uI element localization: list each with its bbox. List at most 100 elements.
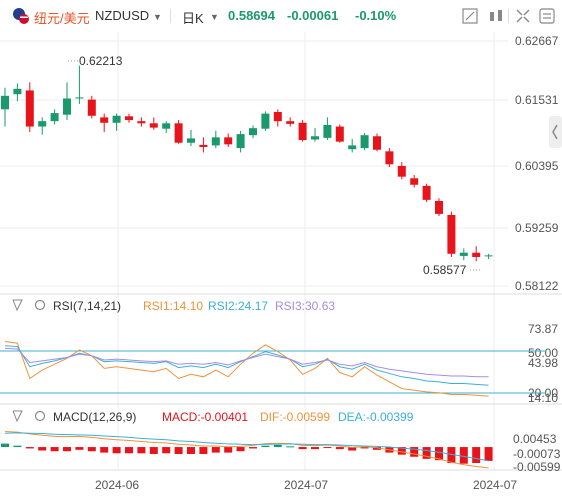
x-tick-label: 2024-07 bbox=[284, 478, 328, 492]
rsi-tick-label: 73.87 bbox=[528, 322, 558, 336]
candle-body bbox=[1, 95, 9, 110]
candle-body bbox=[472, 252, 481, 257]
macd-histogram-bar bbox=[199, 447, 208, 454]
candle-body bbox=[187, 138, 195, 143]
candle-body bbox=[100, 117, 109, 123]
candle-body bbox=[112, 115, 121, 123]
candle bbox=[199, 137, 208, 153]
candle bbox=[360, 133, 369, 151]
candle-body bbox=[50, 113, 59, 122]
candle bbox=[323, 117, 332, 141]
rsi2-value: RSI2:24.17 bbox=[208, 299, 268, 313]
macd-histogram-bar bbox=[335, 447, 344, 450]
candle-body bbox=[75, 97, 84, 99]
candle-body bbox=[385, 151, 394, 165]
x-tick-label: 2024-06 bbox=[95, 478, 139, 492]
candle-body bbox=[311, 136, 319, 140]
macd-histogram-bar bbox=[484, 447, 493, 461]
candle bbox=[25, 82, 34, 132]
candle bbox=[348, 138, 357, 153]
macd-histogram-bar bbox=[1, 443, 9, 448]
kline-chart[interactable]: 0.62667 0.61531 0.60395 0.59259 0.58122 … bbox=[0, 0, 562, 498]
macd-histogram-bar bbox=[261, 445, 270, 448]
candle bbox=[112, 113, 121, 131]
price-tick-label: 0.62667 bbox=[515, 34, 559, 48]
macd-tick-label: -0.00599 bbox=[513, 460, 561, 474]
candle bbox=[38, 117, 47, 135]
candle bbox=[13, 83, 22, 102]
candle bbox=[125, 113, 133, 123]
candle-body bbox=[298, 122, 307, 141]
candle bbox=[447, 211, 456, 257]
rsi-title: RSI(7,14,21) bbox=[53, 299, 121, 313]
macd-histogram-bar bbox=[174, 447, 183, 454]
gear-icon[interactable] bbox=[34, 410, 46, 422]
candle bbox=[100, 113, 109, 132]
macd-histogram-bar bbox=[50, 447, 59, 452]
candle bbox=[87, 95, 96, 119]
candle bbox=[236, 130, 245, 153]
macd-value: MACD:-0.00401 bbox=[162, 410, 248, 424]
candle-body bbox=[373, 136, 381, 150]
price-tick-label: 0.61531 bbox=[515, 93, 559, 107]
macd-histogram-bar bbox=[224, 447, 233, 453]
macd-histogram-bar bbox=[25, 447, 34, 449]
macd-histogram-bar bbox=[100, 447, 109, 453]
candle bbox=[459, 248, 468, 261]
candle bbox=[422, 183, 431, 203]
macd-histogram-bar bbox=[75, 447, 84, 450]
candle-body bbox=[484, 255, 493, 257]
candle-body bbox=[447, 214, 456, 254]
collapse-triangle-icon[interactable] bbox=[12, 410, 23, 423]
candle bbox=[211, 130, 220, 149]
macd-histogram-bar bbox=[211, 447, 220, 453]
macd-histogram-bar bbox=[311, 447, 319, 450]
candle-body bbox=[410, 178, 419, 185]
candle bbox=[63, 82, 71, 121]
rsi-header: RSI(7,14,21) RSI1:14.10 RSI2:24.17 RSI3:… bbox=[12, 299, 335, 313]
rsi1-value: RSI1:14.10 bbox=[143, 299, 203, 313]
rsi3-value: RSI3:30.63 bbox=[275, 299, 335, 313]
macd-tick-label: -0.00073 bbox=[513, 447, 561, 461]
candle-body bbox=[249, 128, 257, 136]
candle bbox=[162, 121, 171, 134]
rsi3-line bbox=[4, 347, 489, 378]
macd-dif-value: DIF:-0.00599 bbox=[260, 410, 330, 424]
macd-histogram-bar bbox=[162, 447, 171, 454]
candle bbox=[286, 117, 295, 127]
candle-body bbox=[199, 144, 208, 148]
price-tick-label: 0.59259 bbox=[515, 221, 559, 235]
collapse-triangle-icon[interactable] bbox=[12, 299, 23, 312]
candle-body bbox=[13, 88, 22, 95]
macd-histogram-bar bbox=[13, 445, 22, 448]
candle bbox=[261, 111, 270, 131]
candle-body bbox=[162, 123, 171, 129]
price-tick-label: 0.60395 bbox=[515, 159, 559, 173]
macd-histogram-bar bbox=[249, 447, 257, 449]
candle-body bbox=[335, 126, 344, 142]
macd-histogram-bar bbox=[125, 447, 133, 454]
candle bbox=[335, 124, 344, 143]
price-tick-label: 0.58122 bbox=[515, 279, 559, 293]
candle-body bbox=[25, 90, 34, 127]
macd-histogram-bar bbox=[286, 446, 295, 448]
candle-body bbox=[174, 123, 183, 143]
macd-histogram-bar bbox=[273, 444, 282, 448]
macd-title: MACD(12,26,9) bbox=[53, 410, 136, 424]
candle bbox=[187, 129, 195, 146]
gear-icon[interactable] bbox=[34, 299, 46, 311]
panel-toggle[interactable] bbox=[549, 116, 562, 148]
candle bbox=[50, 109, 59, 125]
macd-histogram-bar bbox=[298, 447, 307, 450]
macd-histogram-bar bbox=[323, 447, 332, 449]
candlestick-series bbox=[1, 65, 493, 262]
candle-body bbox=[149, 123, 158, 128]
macd-histogram-bar bbox=[472, 447, 481, 463]
macd-tick-label: 0.00453 bbox=[513, 432, 557, 446]
candle-body bbox=[459, 252, 468, 256]
candle-body bbox=[63, 98, 71, 115]
candle-body bbox=[137, 121, 146, 124]
candle bbox=[224, 133, 233, 148]
candle-body bbox=[435, 200, 443, 214]
macd-histogram-bar bbox=[459, 447, 468, 464]
